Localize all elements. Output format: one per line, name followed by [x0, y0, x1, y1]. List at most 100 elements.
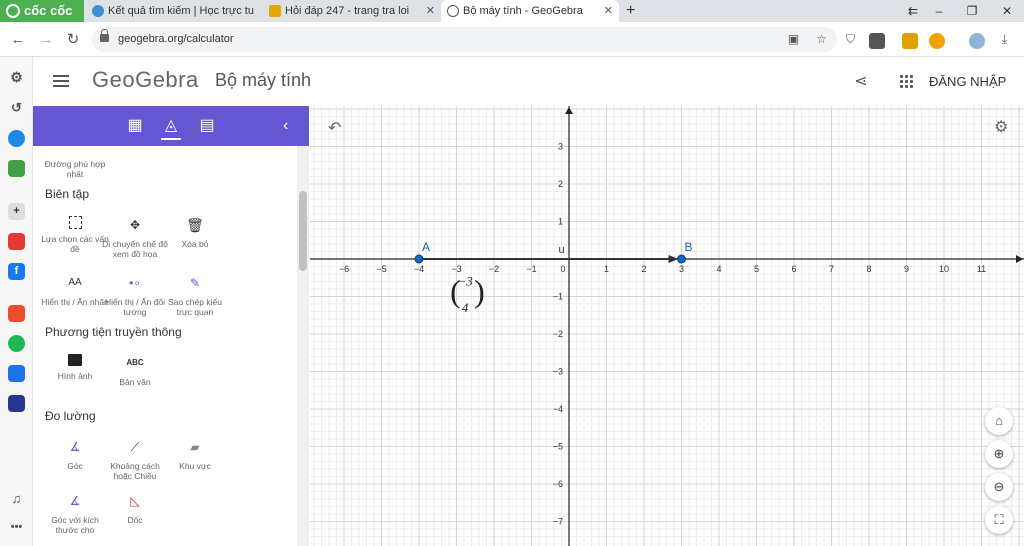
graphics-view[interactable]: −6 −5 −4 −3 −2 −1 0 1 2 3 4 5 6 7 8 9 10 11 3 2 1 −1 −2 −3 −4 −5 −… — [310, 106, 1024, 546]
tool-move-graphics[interactable]: ✥ Di chuyển chế độ xem đồ họa — [101, 216, 169, 259]
tool-panel-scrollbar[interactable] — [297, 146, 309, 546]
x-tick-label: 3 — [679, 264, 684, 274]
geogebra-logo[interactable]: GeoGebra — [92, 67, 199, 93]
tool-show-hide-label[interactable]: AA Hiển thị / Ẩn nhãn — [41, 274, 109, 307]
x-tick-label: 1 — [604, 264, 609, 274]
tool-list: Đường phù hợp nhất Biên tập Lựa chọn các… — [33, 146, 309, 546]
back-button[interactable]: ← — [8, 30, 28, 50]
download-icon[interactable] — [869, 33, 885, 49]
vector-component-top: −3 — [457, 274, 473, 289]
tiki-icon[interactable] — [8, 365, 25, 382]
y-tick-label: −4 — [553, 404, 563, 414]
select-icon — [68, 216, 82, 229]
brush-icon: ✎ — [189, 276, 201, 290]
y-tick-label: −7 — [553, 517, 563, 527]
tool-label: Khoảng cách hoặc Chiều — [110, 461, 160, 481]
y-tick-label: −1 — [553, 292, 563, 302]
vector-label: u — [558, 244, 564, 256]
y-tick-label: 2 — [558, 179, 563, 189]
scrollbar-thumb[interactable] — [299, 191, 307, 271]
history-icon[interactable]: ↺ — [8, 99, 25, 116]
tool-best-fit-line[interactable]: Đường phù hợp nhất — [41, 154, 109, 179]
spotify-icon[interactable] — [8, 335, 25, 352]
messenger-icon[interactable] — [8, 130, 25, 147]
extension-icon[interactable] — [929, 33, 945, 49]
tool-angle[interactable]: ∡ Góc — [41, 438, 109, 471]
settings-icon[interactable]: ⚙ — [8, 69, 25, 86]
apps-grid-icon[interactable] — [899, 74, 913, 88]
tab-search-results[interactable]: Kết quả tìm kiếm | Học trực tu — [86, 0, 261, 22]
area-icon: ▰ — [190, 440, 200, 454]
tool-label: Góc — [67, 461, 83, 471]
shop-icon[interactable] — [8, 395, 25, 412]
tool-label: Bản văn — [119, 377, 151, 387]
forward-button[interactable]: → — [36, 30, 56, 50]
reload-button[interactable]: ↻ — [63, 30, 83, 50]
fullscreen-icon[interactable]: ⛶ — [985, 506, 1013, 534]
vector-component-bottom: 4 — [462, 300, 469, 315]
tool-panel-header: ▦ ◬ ▤ ‹ — [33, 106, 309, 146]
tab-geogebra[interactable]: Bộ máy tính - GeoGebra ✕ — [441, 0, 619, 22]
cloud-icon — [92, 5, 104, 17]
shield-icon[interactable]: ⛉ — [843, 32, 858, 47]
y-axis-arrow — [565, 107, 573, 114]
tool-copy-style[interactable]: ✎ Sao chép kiểu trực quan — [161, 274, 229, 317]
tool-select[interactable]: Lựa chọn các vấn đề — [41, 216, 109, 254]
notification-bell-icon[interactable]: ♫ — [8, 490, 25, 507]
menu-icon[interactable] — [53, 75, 69, 87]
tool-delete[interactable]: 🗑 Xóa bỏ — [161, 216, 229, 249]
tool-angle-given-size[interactable]: ∡ Góc với kích thước cho — [41, 492, 109, 535]
tool-show-hide-object[interactable]: •∘ Hiển thị / Ẩn đối tượng — [101, 274, 169, 317]
omnibox[interactable]: geogebra.org/calculator ▣ ☆ — [92, 27, 837, 52]
zoom-out-icon[interactable]: ⊖ — [985, 473, 1013, 501]
settings-icon[interactable]: ⚙ — [994, 117, 1008, 137]
close-window-button[interactable]: ✕ — [990, 0, 1024, 22]
downloads-icon[interactable]: ⤓ — [997, 32, 1012, 47]
close-icon[interactable]: ✕ — [426, 0, 435, 22]
url-text[interactable]: geogebra.org/calculator — [118, 27, 234, 52]
home-icon[interactable]: ⌂ — [985, 407, 1013, 435]
new-tab-button[interactable]: + — [626, 0, 635, 22]
youtube-icon[interactable] — [8, 233, 25, 250]
extension-icon[interactable] — [902, 33, 918, 49]
tool-distance[interactable]: ⟋ Khoảng cách hoặc Chiều — [101, 438, 169, 481]
graphics-canvas[interactable]: −6 −5 −4 −3 −2 −1 0 1 2 3 4 5 6 7 8 9 10 11 3 2 1 −1 −2 −3 −4 −5 −… — [310, 106, 1024, 546]
zoom-in-icon[interactable]: ⊕ — [985, 440, 1013, 468]
tool-slope[interactable]: ◺ Dốc — [101, 492, 169, 525]
tab-hoidap[interactable]: Hỏi đáp 247 - trang tra loi ✕ — [263, 0, 441, 22]
geometry-tools-icon[interactable]: ◬ — [161, 116, 181, 140]
page-title: Bộ máy tính — [215, 70, 312, 90]
translate-icon[interactable]: ▣ — [786, 32, 801, 47]
game-icon[interactable] — [8, 160, 25, 177]
x-tick-label: 11 — [977, 264, 986, 274]
table-icon[interactable]: ▤ — [197, 116, 217, 136]
distance-icon: ⟋ — [130, 440, 140, 454]
tool-text[interactable]: ABC Bản văn — [101, 354, 169, 387]
profile-avatar-icon[interactable] — [969, 33, 985, 49]
tab-title: Hỏi đáp 247 - trang tra loi — [285, 5, 410, 17]
login-button[interactable]: ĐĂNG NHẬP — [929, 74, 1006, 89]
share-icon[interactable]: ⋖ — [851, 71, 871, 91]
facebook-icon[interactable]: f — [8, 263, 25, 280]
calculator-icon[interactable]: ▦ — [125, 116, 145, 136]
undo-icon[interactable]: ↶ — [328, 118, 341, 138]
tool-label: Hình ảnh — [57, 371, 93, 381]
close-icon[interactable]: ✕ — [604, 0, 613, 22]
browser-brand[interactable]: cốc cốc — [0, 0, 84, 22]
tool-area[interactable]: ▰ Khu vực — [161, 438, 229, 471]
tool-image[interactable]: Hình ảnh — [41, 354, 109, 381]
angle-icon: ∡ — [69, 440, 81, 454]
minimize-button[interactable]: – — [922, 0, 956, 22]
bookmark-star-icon[interactable]: ☆ — [814, 32, 829, 47]
section-title-edit: Biên tập — [45, 187, 90, 201]
shopee-icon[interactable] — [8, 305, 25, 322]
add-icon[interactable]: + — [8, 203, 25, 220]
section-title-media: Phương tiện truyền thông — [45, 325, 182, 339]
more-icon[interactable]: ••• — [8, 519, 25, 536]
slope-icon: ◺ — [130, 494, 140, 508]
restore-button[interactable]: ❐ — [955, 0, 989, 22]
collapse-panel-icon[interactable]: ‹ — [283, 116, 288, 136]
y-tick-label: −5 — [553, 442, 563, 452]
angle-given-size-icon: ∡ — [69, 494, 81, 508]
text-icon: ABC — [126, 358, 144, 367]
